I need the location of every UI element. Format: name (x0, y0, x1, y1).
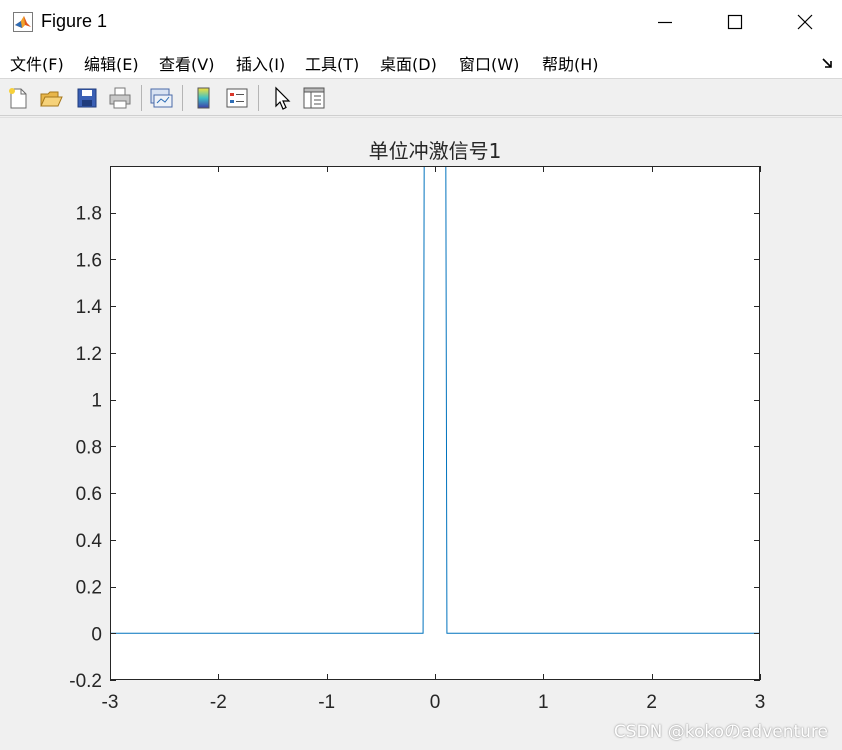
y-tick-label: 0.6 (76, 484, 102, 505)
x-tick-label: 3 (755, 692, 766, 713)
y-tick-label: 0.8 (76, 437, 102, 458)
y-tick-label: 1.4 (76, 297, 103, 318)
y-tick-label: 0.4 (76, 531, 103, 552)
x-tick-label: -3 (102, 692, 119, 713)
x-tick-label: 2 (646, 692, 657, 713)
impulse-chart: -3 -2 -1 0 1 2 3 -0.2 0 0.2 0.4 0.6 0.8 1 1.2 1.4 1.6 1.8… (69, 139, 766, 713)
y-tick-label: -0.2 (69, 671, 102, 692)
y-tick-label: 1.2 (76, 344, 102, 365)
x-tick-label: 0 (430, 692, 441, 713)
x-tick-label: -2 (210, 692, 227, 713)
y-tick-label: 1.8 (76, 204, 102, 225)
plot-area (110, 166, 760, 680)
y-tick-label: 1.6 (76, 250, 102, 271)
chart-title: 单位冲激信号1 (369, 139, 502, 163)
y-tick-label: 1 (91, 391, 102, 412)
watermark-text: CSDN @kokoのadventure (613, 722, 828, 742)
y-tick-label: 0 (91, 624, 102, 645)
y-tick-label: 0.2 (76, 578, 102, 599)
x-tick-label: -1 (318, 692, 335, 713)
x-tick-label: 1 (538, 692, 549, 713)
